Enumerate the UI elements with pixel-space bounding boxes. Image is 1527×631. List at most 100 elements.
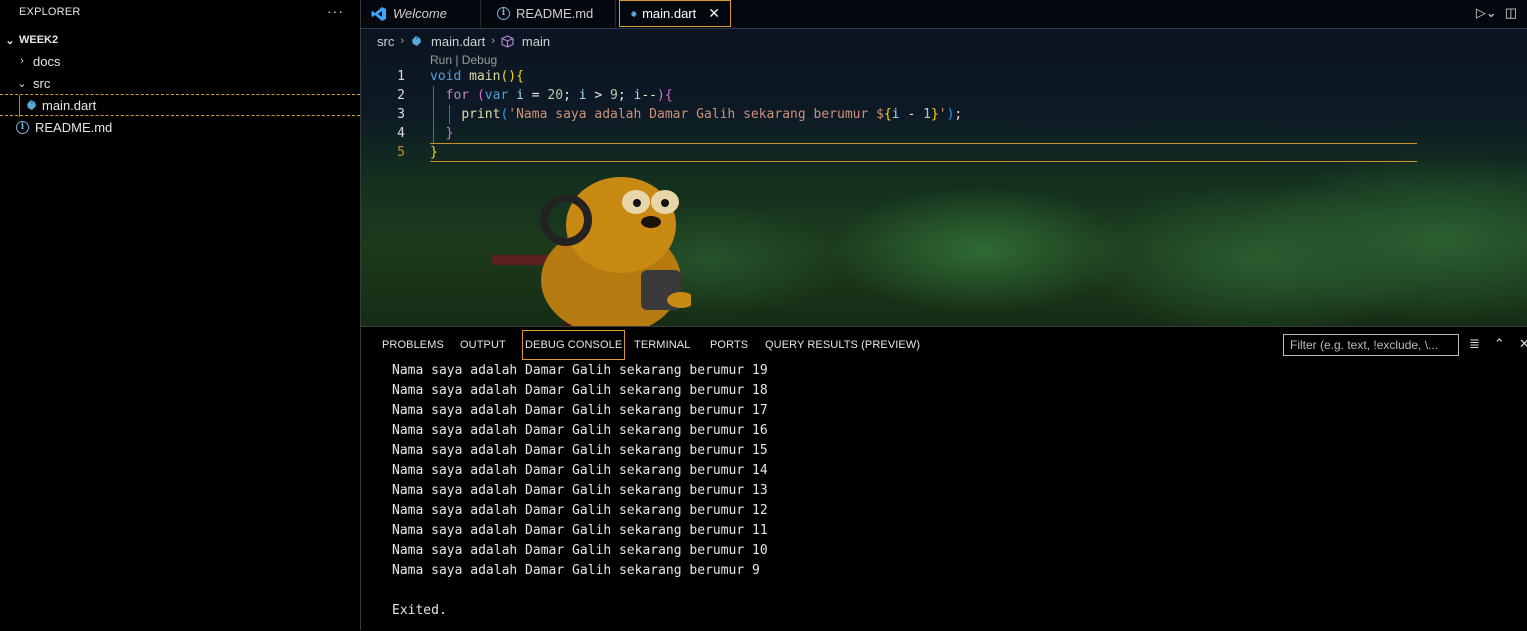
chevron-right-icon: › bbox=[491, 35, 495, 47]
dart-file-icon bbox=[412, 36, 422, 46]
console-line: Nama saya adalah Damar Galih sekarang be… bbox=[392, 463, 768, 478]
split-editor-icon[interactable]: ◫ bbox=[1505, 5, 1517, 21]
chevron-right-icon: › bbox=[20, 55, 24, 67]
line-number: 1 bbox=[397, 69, 405, 84]
breadcrumb-symbol[interactable]: main bbox=[522, 34, 550, 49]
console-line: Nama saya adalah Damar Galih sekarang be… bbox=[392, 423, 768, 438]
code-token: ( bbox=[476, 88, 485, 103]
code-token: } bbox=[930, 107, 939, 122]
console-line: Nama saya adalah Damar Galih sekarang be… bbox=[392, 543, 768, 558]
code-token: 20 bbox=[547, 88, 564, 103]
code-line-2[interactable]: 2 for (var i = 20; i > 9; i--){ bbox=[361, 86, 1421, 105]
code-token: 9 bbox=[610, 88, 618, 103]
code-token: { bbox=[664, 88, 673, 103]
line-number: 3 bbox=[397, 107, 405, 122]
code-token: ; bbox=[617, 88, 634, 103]
tab-welcome[interactable]: Welcome bbox=[361, 0, 481, 27]
explorer-sidebar: EXPLORER ··· ⌄ WEEK2 › docs ⌄ src main.d… bbox=[0, 0, 361, 630]
code-token: var bbox=[484, 88, 509, 103]
tree-root-week2[interactable]: ⌄ WEEK2 bbox=[0, 29, 360, 51]
console-filter-input[interactable] bbox=[1283, 334, 1459, 356]
info-icon: i bbox=[16, 120, 29, 134]
explorer-title: EXPLORER bbox=[19, 6, 81, 18]
console-line: Nama saya adalah Damar Galih sekarang be… bbox=[392, 483, 768, 498]
line-number: 4 bbox=[397, 126, 405, 141]
editor-tabbar: Welcome i README.md main.dart ✕ ▷⌄ ◫ bbox=[361, 0, 1527, 29]
code-line-5[interactable]: 5 } bbox=[361, 143, 1421, 162]
more-actions-icon[interactable]: ··· bbox=[327, 3, 344, 19]
chevron-down-icon: ⌄ bbox=[17, 77, 27, 90]
breadcrumb-folder[interactable]: src bbox=[377, 34, 394, 49]
tab-readme[interactable]: i README.md bbox=[483, 0, 616, 27]
tree-item-readme[interactable]: i README.md bbox=[0, 116, 360, 138]
console-line: Nama saya adalah Damar Galih sekarang be… bbox=[392, 403, 768, 418]
tree-item-label: src bbox=[33, 75, 51, 91]
line-number: 5 bbox=[397, 145, 405, 160]
tab-output[interactable]: OUTPUT bbox=[460, 330, 506, 360]
tree-root-label: WEEK2 bbox=[19, 34, 59, 46]
code-token: ; bbox=[954, 107, 963, 122]
tree-item-label: README.md bbox=[35, 119, 113, 135]
run-debug-icon[interactable]: ▷⌄ bbox=[1476, 5, 1497, 21]
tree-item-docs[interactable]: › docs bbox=[0, 50, 360, 72]
tab-debug-console[interactable]: DEBUG CONSOLE bbox=[522, 330, 626, 360]
console-line: Nama saya adalah Damar Galih sekarang be… bbox=[392, 443, 768, 458]
code-line-1[interactable]: 1 void main(){ bbox=[361, 67, 1421, 86]
tab-label: Welcome bbox=[393, 6, 447, 21]
tree-item-main-dart[interactable]: main.dart bbox=[0, 94, 360, 117]
info-icon: i bbox=[497, 7, 510, 20]
code-token: i bbox=[516, 88, 524, 103]
console-line: Nama saya adalah Damar Galih sekarang be… bbox=[392, 503, 768, 518]
code-token: ; bbox=[563, 88, 579, 103]
chevron-up-icon[interactable]: ⌃ bbox=[1494, 336, 1505, 352]
tab-problems[interactable]: PROBLEMS bbox=[382, 330, 444, 360]
breadcrumb-file[interactable]: main.dart bbox=[431, 34, 485, 49]
code-text: for (var i = 20; i > 9; i--){ bbox=[430, 88, 673, 103]
code-token: 1 bbox=[923, 107, 931, 122]
debug-console-output: Nama saya adalah Damar Galih sekarang be… bbox=[392, 361, 768, 621]
code-token: } bbox=[445, 126, 454, 141]
tree-item-label: docs bbox=[33, 53, 61, 69]
code-text: } bbox=[430, 145, 438, 160]
code-token: i bbox=[891, 107, 900, 122]
code-token: 'Nama saya adalah Damar Galih sekarang b… bbox=[508, 107, 884, 122]
tab-label: README.md bbox=[516, 6, 594, 21]
indent-guide bbox=[19, 95, 20, 117]
console-line: Nama saya adalah Damar Galih sekarang be… bbox=[392, 523, 768, 538]
panel-actions: ≣ ⌃ ✕ bbox=[1469, 336, 1527, 352]
code-token: { bbox=[516, 69, 524, 84]
code-line-4[interactable]: 4 } bbox=[361, 124, 1421, 143]
code-text: } bbox=[430, 126, 454, 141]
code-token: for bbox=[445, 88, 470, 103]
code-token: main bbox=[469, 69, 501, 84]
console-line: Nama saya adalah Damar Galih sekarang be… bbox=[392, 563, 760, 578]
chevron-right-icon: › bbox=[400, 35, 405, 47]
tab-main-dart[interactable]: main.dart ✕ bbox=[619, 0, 731, 27]
code-text: void main(){ bbox=[430, 69, 524, 84]
tab-query-results[interactable]: QUERY RESULTS (PREVIEW) bbox=[765, 330, 920, 360]
tab-terminal[interactable]: TERMINAL bbox=[634, 330, 690, 360]
dart-file-icon bbox=[631, 10, 637, 17]
editor-area: Welcome i README.md main.dart ✕ ▷⌄ ◫ src… bbox=[361, 0, 1527, 326]
code-token: ' bbox=[938, 107, 947, 122]
vscode-icon bbox=[371, 6, 386, 21]
code-text: print('Nama saya adalah Damar Galih seka… bbox=[430, 107, 962, 122]
code-line-3[interactable]: 3 print('Nama saya adalah Damar Galih se… bbox=[361, 105, 1421, 124]
clear-console-icon[interactable]: ≣ bbox=[1469, 336, 1480, 352]
code-token: void bbox=[430, 69, 462, 84]
console-line: Nama saya adalah Damar Galih sekarang be… bbox=[392, 363, 768, 378]
background-character-image bbox=[491, 177, 691, 326]
tab-label: main.dart bbox=[642, 6, 697, 21]
close-icon[interactable]: ✕ bbox=[708, 5, 720, 22]
code-token: > bbox=[586, 88, 611, 103]
code-token: () bbox=[500, 69, 517, 84]
code-token: ) bbox=[657, 88, 665, 103]
tab-ports[interactable]: PORTS bbox=[710, 330, 748, 360]
close-icon[interactable]: ✕ bbox=[1519, 336, 1527, 352]
codelens-run-debug[interactable]: Run | Debug bbox=[430, 53, 497, 67]
dart-file-icon bbox=[27, 100, 36, 110]
code-token: i bbox=[578, 88, 587, 103]
tree-item-src[interactable]: ⌄ src bbox=[0, 72, 360, 94]
console-line: Exited. bbox=[392, 603, 447, 618]
